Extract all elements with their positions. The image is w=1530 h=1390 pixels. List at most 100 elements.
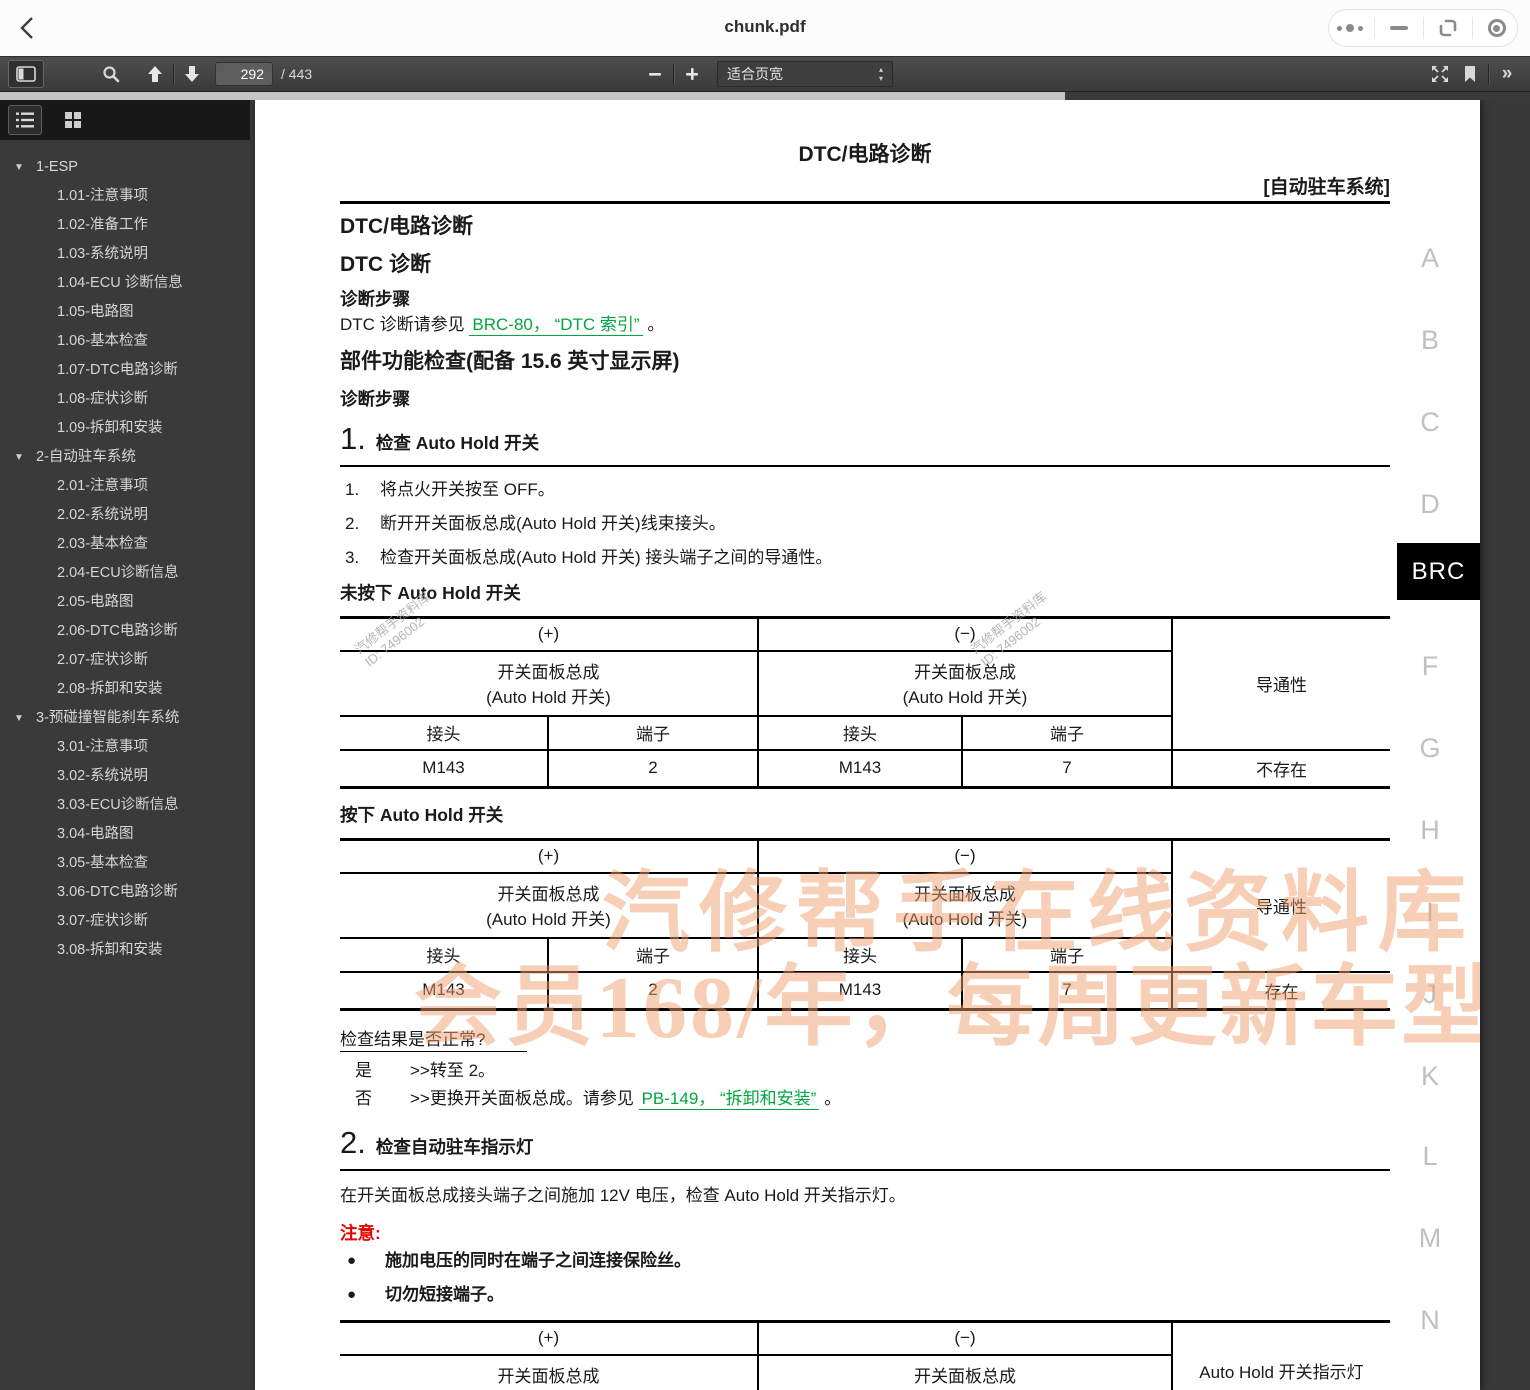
- table-cell: 开关面板总成(Auto Hold 开关): [340, 1355, 758, 1390]
- horizontal-scrollbar: [0, 92, 1530, 100]
- outline-item[interactable]: 3.02-系统说明: [0, 762, 250, 791]
- outline-section[interactable]: ▼3-预碰撞智能刹车系统: [0, 704, 250, 733]
- table-cell: (+): [340, 618, 758, 651]
- table-cell: 导通性: [1172, 840, 1390, 972]
- toolbar-right-group: »: [1425, 60, 1522, 88]
- bookmark-button[interactable]: [1455, 60, 1485, 88]
- zoom-level-value: 适合页宽: [727, 64, 783, 84]
- outline-item[interactable]: 1.06-基本检查: [0, 327, 250, 356]
- reference-link[interactable]: BRC-80， “DTC 索引”: [469, 315, 642, 336]
- step-title: 检查 Auto Hold 开关: [376, 430, 539, 455]
- margin-tab-letter: F: [1398, 651, 1462, 682]
- margin-tab-letter: L: [1398, 1141, 1462, 1172]
- outline-item[interactable]: 2.06-DTC电路诊断: [0, 617, 250, 646]
- page-number-input[interactable]: [215, 62, 273, 86]
- section-heading: DTC 诊断: [340, 252, 1390, 278]
- toolbar-more-button[interactable]: »: [1492, 60, 1522, 88]
- zoom-level-select[interactable]: 适合页宽 ▴▾: [717, 61, 893, 87]
- outline-item[interactable]: 2.05-电路图: [0, 588, 250, 617]
- outline-item[interactable]: 3.01-注意事项: [0, 733, 250, 762]
- step-2-heading: 2. 检查自动驻车指示灯: [340, 1126, 1390, 1171]
- margin-tab-letter: D: [1398, 489, 1462, 520]
- sidebar-toggle-button[interactable]: [8, 60, 44, 88]
- previous-page-button[interactable]: [140, 60, 170, 88]
- step-title: 检查自动驻车指示灯: [376, 1134, 534, 1159]
- presentation-mode-button[interactable]: [1425, 60, 1455, 88]
- step-number: 1.: [340, 422, 366, 456]
- collapse-triangle-icon: ▼: [14, 704, 36, 733]
- outline-item[interactable]: 1.04-ECU 诊断信息: [0, 269, 250, 298]
- table-cell: 导通性: [1172, 618, 1390, 750]
- next-page-button[interactable]: [177, 60, 207, 88]
- note-item: ● 切勿短接端子。: [340, 1284, 1390, 1306]
- window-controls: [1328, 9, 1518, 47]
- arrow-up-icon: [145, 64, 165, 84]
- margin-tab-letter: H: [1398, 815, 1462, 846]
- table-cell: (+): [340, 1322, 758, 1355]
- procedure-item: 3. 检查开关面板总成(Auto Hold 开关) 接头端子之间的导通性。: [340, 547, 1390, 569]
- outline-section[interactable]: ▼1-ESP: [0, 153, 250, 182]
- procedure-item: 1. 将点火开关按至 OFF。: [340, 479, 1390, 501]
- maximize-button[interactable]: [1431, 13, 1465, 43]
- outline-item[interactable]: 2.02-系统说明: [0, 501, 250, 530]
- outline-item[interactable]: 2.03-基本检查: [0, 530, 250, 559]
- note-text: 施加电压的同时在端子之间连接保险丝。: [385, 1250, 691, 1272]
- close-button[interactable]: [1480, 13, 1514, 43]
- margin-tab-letter: K: [1398, 1061, 1462, 1092]
- search-button[interactable]: [96, 60, 126, 88]
- table-cell: 端子: [962, 716, 1172, 750]
- minimize-button[interactable]: [1382, 13, 1416, 43]
- zoom-out-button[interactable]: [640, 60, 670, 88]
- outline-item[interactable]: 3.05-基本检查: [0, 849, 250, 878]
- removal-link[interactable]: PB-149， “拆卸和安装”: [639, 1089, 820, 1110]
- outline-item[interactable]: 1.03-系统说明: [0, 240, 250, 269]
- outline-item[interactable]: 3.07-症状诊断: [0, 907, 250, 936]
- margin-tab-letter: B: [1398, 325, 1462, 356]
- zoom-in-button[interactable]: [677, 60, 707, 88]
- outline-item[interactable]: 1.01-注意事项: [0, 182, 250, 211]
- yes-label: 是: [340, 1060, 410, 1082]
- pdf-sidebar: ▼1-ESP 1.01-注意事项 1.02-准备工作 1.03-系统说明 1.0…: [0, 100, 250, 1390]
- note-label: 注意:: [340, 1222, 1390, 1244]
- outline-item[interactable]: 3.03-ECU诊断信息: [0, 791, 250, 820]
- item-text: 将点火开关按至 OFF。: [380, 479, 555, 501]
- outline-item[interactable]: 2.04-ECU诊断信息: [0, 559, 250, 588]
- outline-item[interactable]: 1.05-电路图: [0, 298, 250, 327]
- bullet-icon: ●: [340, 1284, 385, 1306]
- no-action-suffix: 。: [824, 1089, 841, 1108]
- outline-view-button[interactable]: [8, 105, 42, 135]
- fullscreen-icon: [1430, 64, 1450, 84]
- outline-item[interactable]: 2.07-症状诊断: [0, 646, 250, 675]
- table-cell: 开关面板总成(Auto Hold 开关): [758, 873, 1172, 938]
- margin-tab-letter: J: [1398, 979, 1462, 1010]
- table-cell: 开关面板总成(Auto Hold 开关): [758, 651, 1172, 716]
- outline-item[interactable]: 1.02-准备工作: [0, 211, 250, 240]
- continuity-table-released: (+) (−) 导通性 开关面板总成(Auto Hold 开关) 开关面板总成(…: [340, 616, 1390, 789]
- outline-item[interactable]: 1.09-拆卸和安装: [0, 414, 250, 443]
- divider: [673, 64, 674, 84]
- outline-item[interactable]: 3.06-DTC电路诊断: [0, 878, 250, 907]
- outline-item[interactable]: 3.08-拆卸和安装: [0, 936, 250, 965]
- table-cell: 开关面板总成(Auto Hold 开关): [758, 1355, 1172, 1390]
- search-icon: [102, 65, 120, 83]
- table-cell: 存在: [1172, 972, 1390, 1010]
- more-options-button[interactable]: [1333, 13, 1367, 43]
- table-cell: 接头: [758, 938, 962, 972]
- note-text: 切勿短接端子。: [385, 1284, 504, 1306]
- horizontal-scrollbar-thumb[interactable]: [0, 92, 1065, 100]
- outline-item[interactable]: 1.08-症状诊断: [0, 385, 250, 414]
- thumbnails-view-button[interactable]: [56, 105, 90, 135]
- pdf-toolbar: / 443 适合页宽 ▴▾: [0, 56, 1530, 92]
- outline-icon: [15, 111, 35, 129]
- margin-tab-letter: I: [1398, 897, 1462, 928]
- table-cell: 端子: [962, 938, 1172, 972]
- outline-item[interactable]: 1.07-DTC电路诊断: [0, 356, 250, 385]
- outline-item[interactable]: 3.04-电路图: [0, 820, 250, 849]
- yes-action: >>转至 2。: [410, 1060, 495, 1082]
- outline-item[interactable]: 2.08-拆卸和安装: [0, 675, 250, 704]
- page-header-title: DTC/电路诊断: [340, 100, 1390, 168]
- outline-section[interactable]: ▼2-自动驻车系统: [0, 443, 250, 472]
- outline-item[interactable]: 2.01-注意事项: [0, 472, 250, 501]
- sidebar-toggle-icon: [16, 66, 36, 82]
- no-label: 否: [340, 1088, 410, 1110]
